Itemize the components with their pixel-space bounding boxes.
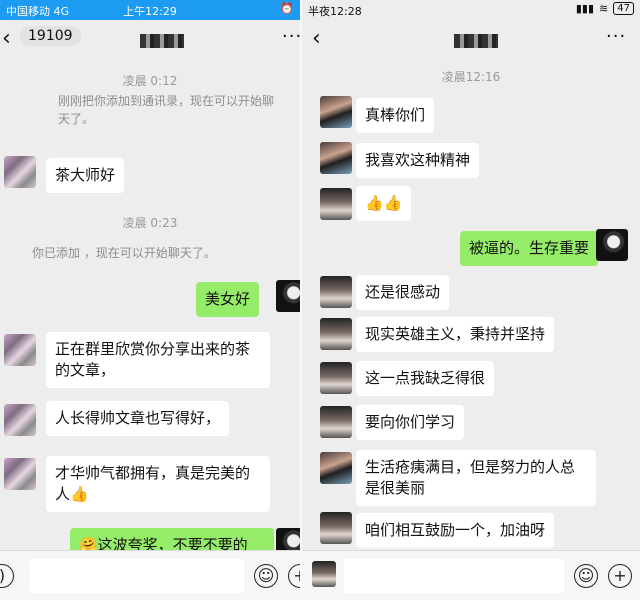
contact-name-blurred bbox=[140, 34, 184, 48]
unread-count-badge[interactable]: 19109 bbox=[20, 26, 81, 46]
avatar[interactable] bbox=[320, 276, 352, 308]
avatar[interactable] bbox=[4, 334, 36, 366]
avatar-self[interactable] bbox=[276, 280, 300, 312]
message-bubble-self: 被逼的。生存重要 bbox=[460, 231, 599, 266]
avatar[interactable] bbox=[320, 142, 352, 174]
message-bubble-self: 美女好 bbox=[196, 282, 260, 317]
contact-name-blurred bbox=[454, 34, 498, 48]
status-bar: 中国移动 4G 上午12:29 ⏰ bbox=[0, 0, 300, 20]
chat-header: ‹ ··· bbox=[302, 20, 640, 60]
message-bubble: 人长得帅文章也写得好， bbox=[46, 401, 230, 436]
system-message: 刚刚把你添加到通讯录，现在可以开始聊天了。 bbox=[58, 94, 275, 126]
timestamp: 凌晨 0:12 bbox=[122, 74, 178, 88]
avatar[interactable] bbox=[320, 318, 352, 350]
message-bubble: 真棒你们 bbox=[356, 98, 435, 133]
more-icon[interactable]: ··· bbox=[282, 26, 300, 47]
avatar[interactable] bbox=[320, 96, 352, 128]
back-icon[interactable]: ‹ bbox=[2, 28, 11, 50]
status-bar: 半夜12:28 ▮▮▮ ≋ 47 bbox=[302, 0, 640, 20]
avatar[interactable] bbox=[320, 452, 352, 484]
message-bubble: 👍👍 bbox=[356, 186, 412, 221]
message-bubble: 生活疮痍满目，但是努力的人总是很美丽 bbox=[356, 450, 596, 506]
message-bubble: 这一点我缺乏得很 bbox=[356, 361, 495, 396]
avatar[interactable] bbox=[320, 406, 352, 438]
chat-header: ‹ 19109 ··· bbox=[0, 20, 300, 60]
avatar[interactable] bbox=[320, 188, 352, 220]
avatar[interactable] bbox=[320, 512, 352, 544]
timestamp: 凌晨 0:23 bbox=[122, 216, 178, 230]
message-bubble: 现实英雄主义，秉持并坚持 bbox=[356, 317, 555, 352]
plus-icon[interactable]: + bbox=[608, 564, 632, 588]
status-time: 半夜12:28 bbox=[308, 5, 362, 18]
avatar[interactable] bbox=[320, 362, 352, 394]
alarm-icon: ⏰ bbox=[280, 2, 294, 15]
avatar[interactable] bbox=[4, 458, 36, 490]
left-chat-screen: 中国移动 4G 上午12:29 ⏰ ‹ 19109 ··· 凌晨 0:12 刚刚… bbox=[0, 0, 300, 600]
signal-icon: ▮▮▮ bbox=[575, 2, 595, 15]
plus-icon[interactable]: + bbox=[288, 564, 300, 588]
message-input[interactable] bbox=[344, 559, 564, 593]
wifi-icon: ≋ bbox=[599, 2, 609, 15]
message-bubble: 才华帅气都拥有，真是完美的人👍 bbox=[46, 456, 270, 512]
message-bubble: 咱们相互鼓励一个，加油呀 bbox=[356, 513, 555, 548]
emoji-icon[interactable]: ☺ bbox=[574, 564, 598, 588]
message-bubble: 正在群里欣赏你分享出来的茶的文章， bbox=[46, 332, 270, 388]
avatar[interactable] bbox=[4, 404, 36, 436]
message-input[interactable] bbox=[30, 559, 244, 593]
more-icon[interactable]: ··· bbox=[606, 26, 626, 47]
back-icon[interactable]: ‹ bbox=[312, 28, 321, 50]
timestamp: 凌晨12:16 bbox=[441, 70, 501, 84]
message-bubble: 我喜欢这种精神 bbox=[356, 143, 480, 178]
message-bubble: 茶大师好 bbox=[46, 158, 125, 193]
emoji-icon[interactable]: ☺ bbox=[254, 564, 278, 588]
voice-icon[interactable] bbox=[312, 561, 336, 587]
status-icons: ▮▮▮ ≋ 47 bbox=[576, 2, 634, 15]
system-message: 你已添加 ，现在可以开始聊天了。 bbox=[32, 246, 216, 260]
message-bubble: 还是很感动 bbox=[356, 275, 450, 310]
message-bubble: 要向你们学习 bbox=[356, 405, 465, 440]
status-time: 上午12:29 bbox=[123, 5, 177, 18]
battery-icon: 47 bbox=[613, 2, 634, 15]
input-bar: ☺ + bbox=[302, 550, 640, 600]
voice-icon[interactable]: ) bbox=[0, 564, 14, 588]
input-bar: ) ☺ + bbox=[0, 550, 300, 600]
avatar-self[interactable] bbox=[596, 229, 628, 261]
avatar[interactable] bbox=[4, 156, 36, 188]
right-chat-screen: 半夜12:28 ▮▮▮ ≋ 47 ‹ ··· 凌晨12:16 真棒你们 我喜欢这… bbox=[302, 0, 640, 600]
